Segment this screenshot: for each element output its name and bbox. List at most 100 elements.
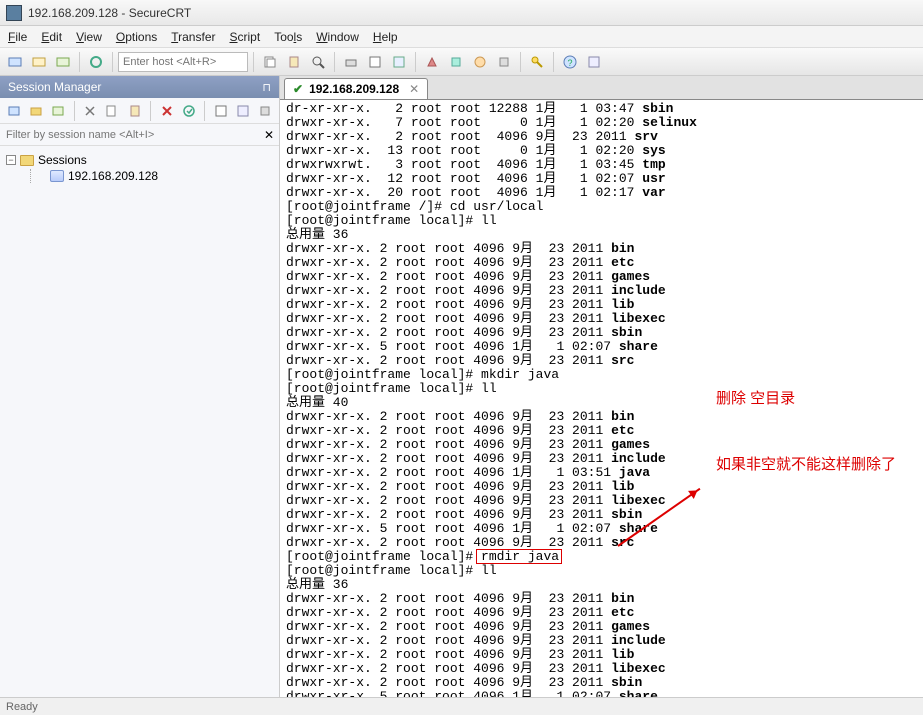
terminal-line: drwxr-xr-x. 2 root root 4096 9月 23 2011 … [286, 648, 917, 662]
props-button[interactable] [211, 100, 230, 122]
quick-connect-button[interactable] [28, 51, 50, 73]
tool-b-button[interactable] [445, 51, 467, 73]
terminal-line: drwxr-xr-x. 2 root root 4096 9月 23 2011 … [286, 606, 917, 620]
properties-button[interactable] [364, 51, 386, 73]
terminal-line: drwxr-xr-x. 2 root root 4096 9月 23 2011 … [286, 242, 917, 256]
tab-label: 192.168.209.128 [309, 82, 399, 96]
reconnect-button[interactable] [85, 51, 107, 73]
terminal-line: [root@jointframe local]# ll [286, 382, 917, 396]
terminal-line: drwxr-xr-x. 2 root root 4096 9月 23 2011 … [286, 494, 917, 508]
terminal-line: 总用量 36 [286, 578, 917, 592]
toolbar-separator [112, 52, 113, 72]
delete-button[interactable] [157, 100, 176, 122]
tree-item-label: 192.168.209.128 [68, 169, 158, 183]
clear-filter-icon[interactable]: ✕ [259, 127, 279, 143]
terminal-line: drwxr-xr-x. 20 root root 4096 1月 1 02:17… [286, 186, 917, 200]
toolbar-separator [79, 52, 80, 72]
terminal-line: drwxr-xr-x. 2 root root 4096 9月 23 2011 … [286, 270, 917, 284]
filter-input[interactable] [0, 127, 259, 143]
terminal-line: drwxr-xr-x. 5 root root 4096 1月 1 02:07 … [286, 340, 917, 354]
terminal-line: drwxr-xr-x. 2 root root 4096 9月 23 2011 … [286, 130, 917, 144]
menu-options[interactable]: Options [116, 30, 157, 44]
options-button[interactable] [388, 51, 410, 73]
menu-bar: File Edit View Options Transfer Script T… [0, 26, 923, 48]
terminal-line: drwxr-xr-x. 2 root root 4096 9月 23 2011 … [286, 354, 917, 368]
menu-view[interactable]: View [76, 30, 102, 44]
terminal-line: drwxrwxrwt. 3 root root 4096 1月 1 03:45 … [286, 158, 917, 172]
status-dot-icon: ✔ [293, 82, 303, 96]
annotation-1: 删除 空目录 [716, 390, 795, 408]
menu-tools[interactable]: Tools [274, 30, 302, 44]
terminal-line: drwxr-xr-x. 2 root root 4096 9月 23 2011 … [286, 634, 917, 648]
close-tab-icon[interactable]: ✕ [409, 82, 419, 96]
copy-session-button[interactable] [103, 100, 122, 122]
terminal-output[interactable]: dr-xr-xr-x. 2 root root 12288 1月 1 03:47… [280, 100, 923, 697]
help-button[interactable]: ? [559, 51, 581, 73]
terminal-line: drwxr-xr-x. 2 root root 4096 9月 23 2011 … [286, 536, 917, 550]
menu-help[interactable]: Help [373, 30, 398, 44]
tree-root-label: Sessions [38, 153, 87, 167]
session-tree: − Sessions 192.168.209.128 [0, 146, 279, 190]
menu-transfer[interactable]: Transfer [171, 30, 215, 44]
terminal-line: drwxr-xr-x. 2 root root 4096 9月 23 2011 … [286, 438, 917, 452]
terminal-line: [root@jointframe local]# ll [286, 564, 917, 578]
session-manager-panel: Session Manager ⊓ ✕ − [0, 76, 280, 697]
refresh-button[interactable] [234, 100, 253, 122]
terminal-line: drwxr-xr-x. 2 root root 4096 9月 23 2011 … [286, 508, 917, 522]
find-button[interactable] [307, 51, 329, 73]
terminal-line: drwxr-xr-x. 2 root root 4096 9月 23 2011 … [286, 410, 917, 424]
window-title: 192.168.209.128 - SecureCRT [28, 6, 191, 20]
tree-root[interactable]: − Sessions [6, 152, 273, 168]
copy-button[interactable] [259, 51, 281, 73]
session-manager-label: Session Manager [8, 80, 101, 94]
terminal-line: [root@jointframe /]# cd usr/local [286, 200, 917, 214]
terminal-line: drwxr-xr-x. 2 root root 4096 9月 23 2011 … [286, 662, 917, 676]
menu-file[interactable]: File [8, 30, 27, 44]
terminal-line: drwxr-xr-x. 2 root root 4096 9月 23 2011 … [286, 592, 917, 606]
terminal-line: drwxr-xr-x. 2 root root 4096 9月 23 2011 … [286, 620, 917, 634]
prop-button[interactable] [179, 100, 198, 122]
menu-window[interactable]: Window [316, 30, 359, 44]
menu-edit[interactable]: Edit [41, 30, 62, 44]
terminal-line: drwxr-xr-x. 12 root root 4096 1月 1 02:07… [286, 172, 917, 186]
expander-icon[interactable]: − [6, 155, 16, 165]
toolbar-separator [253, 52, 254, 72]
terminal-line: drwxr-xr-x. 2 root root 4096 9月 23 2011 … [286, 312, 917, 326]
tool-c-button[interactable] [469, 51, 491, 73]
new-folder-button[interactable] [26, 100, 45, 122]
terminal-line: drwxr-xr-x. 7 root root 0 1月 1 02:20 sel… [286, 116, 917, 130]
toolbar-separator [334, 52, 335, 72]
paste-session-button[interactable] [125, 100, 144, 122]
highlight-box [476, 549, 562, 564]
tab-session[interactable]: ✔ 192.168.209.128 ✕ [284, 78, 428, 99]
terminal-line: 总用量 36 [286, 228, 917, 242]
paste-button[interactable] [283, 51, 305, 73]
about-button[interactable] [583, 51, 605, 73]
terminal-line: [root@jointframe local]# rmdir java [286, 550, 917, 564]
more-button[interactable] [256, 100, 275, 122]
status-left: Ready [6, 701, 38, 713]
terminal-line: [root@jointframe local]# mkdir java [286, 368, 917, 382]
print-button[interactable] [340, 51, 362, 73]
menu-script[interactable]: Script [230, 30, 261, 44]
terminal-line: drwxr-xr-x. 2 root root 4096 9月 23 2011 … [286, 676, 917, 690]
cut-button[interactable] [81, 100, 100, 122]
terminal-line: drwxr-xr-x. 2 root root 4096 9月 23 2011 … [286, 256, 917, 270]
terminal-area: ✔ 192.168.209.128 ✕ dr-xr-xr-x. 2 root r… [280, 76, 923, 697]
tool-a-button[interactable] [421, 51, 443, 73]
terminal-line: drwxr-xr-x. 5 root root 4096 1月 1 02:07 … [286, 522, 917, 536]
new-session-button[interactable] [4, 100, 23, 122]
host-input[interactable] [118, 52, 248, 72]
tool-d-button[interactable] [493, 51, 515, 73]
key-button[interactable] [526, 51, 548, 73]
pin-icon[interactable]: ⊓ [262, 81, 271, 94]
connect-tab-button[interactable] [52, 51, 74, 73]
toolbar-separator [74, 101, 75, 121]
new-session2-button[interactable] [48, 100, 67, 122]
tree-item[interactable]: 192.168.209.128 [6, 168, 273, 184]
status-bar: Ready [0, 697, 923, 715]
toolbar-separator [553, 52, 554, 72]
toolbar-separator [204, 101, 205, 121]
toolbar-separator [150, 101, 151, 121]
connect-button[interactable] [4, 51, 26, 73]
